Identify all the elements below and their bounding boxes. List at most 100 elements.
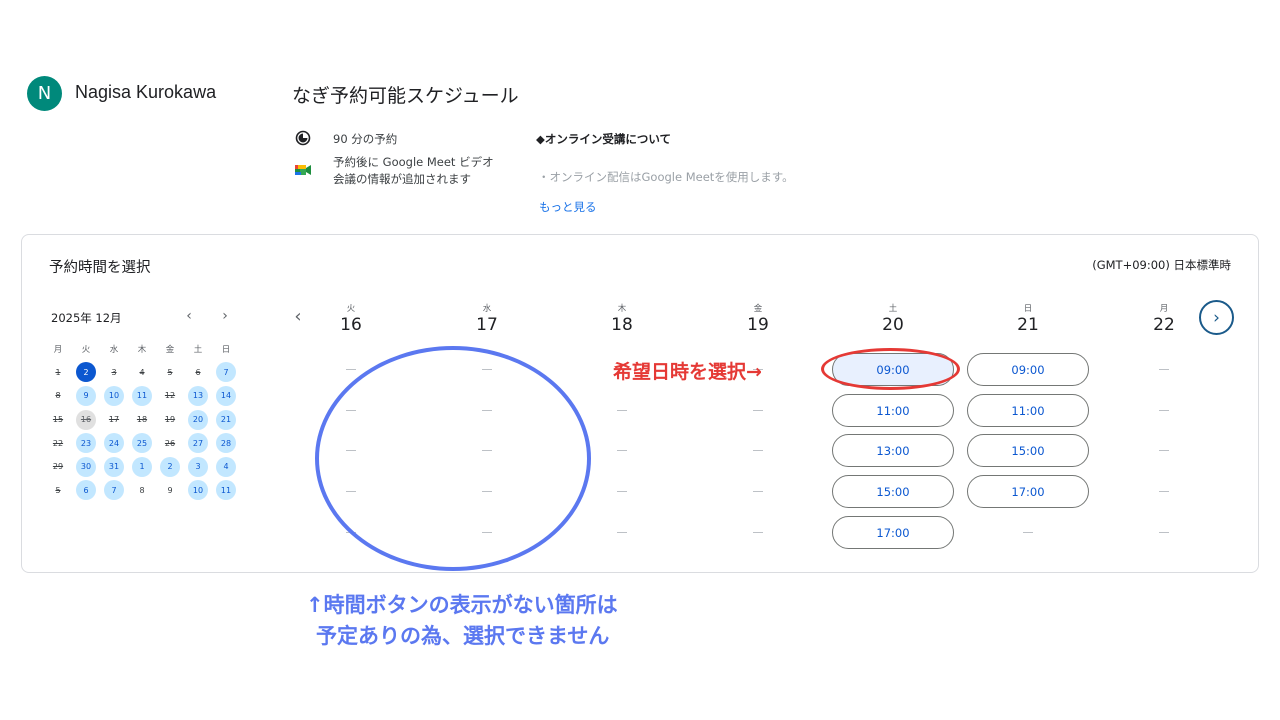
time-slot-button[interactable]: 09:00 <box>967 353 1089 386</box>
day-number: 13 <box>188 385 208 406</box>
day-number: 22 <box>1153 315 1175 335</box>
duration-text: 90 分の予約 <box>333 132 398 146</box>
chevron-left-icon[interactable]: ‹ <box>181 308 197 324</box>
day-header: 水 17 <box>426 302 548 335</box>
day-number: 3 <box>188 456 208 477</box>
day-number: 27 <box>188 433 208 454</box>
day-number: 9 <box>167 485 173 495</box>
mini-calendar-day[interactable]: 23 <box>72 431 100 455</box>
day-number: 6 <box>76 480 96 501</box>
mini-calendar-day[interactable]: 3 <box>184 455 212 479</box>
mini-calendar-day[interactable]: 13 <box>184 384 212 408</box>
more-link[interactable]: もっと見る <box>539 199 597 215</box>
mini-calendar-day[interactable]: 6 <box>72 479 100 503</box>
time-slot-button[interactable]: 17:00 <box>967 475 1089 508</box>
no-slot-dash <box>482 450 492 451</box>
day-of-week: 日 <box>1023 304 1033 314</box>
mini-calendar-day[interactable]: 21 <box>212 408 240 432</box>
mini-calendar-day[interactable]: 2 <box>156 455 184 479</box>
day-number: 4 <box>139 367 145 377</box>
mini-calendar-day[interactable]: 24 <box>100 431 128 455</box>
mini-calendar-day[interactable]: 25 <box>128 431 156 455</box>
mini-calendar-week: 8 9 10 11 12 13 14 <box>44 384 240 408</box>
mini-calendar-day: 4 <box>128 361 156 385</box>
mini-calendar-day[interactable]: 31 <box>100 455 128 479</box>
day-number: 8 <box>55 391 61 401</box>
mini-calendar-day[interactable]: 10 <box>100 384 128 408</box>
mini-calendar-day[interactable]: 2 <box>72 361 100 385</box>
timezone-label[interactable]: (GMT+09:00) 日本標準時 <box>1092 257 1231 273</box>
mini-calendar-week: 22 23 24 25 26 27 28 <box>44 431 240 455</box>
mini-calendar-day: 15 <box>44 408 72 432</box>
mini-calendar-day[interactable]: 11 <box>212 479 240 503</box>
day-number: 1 <box>55 367 61 377</box>
duration-icon <box>295 130 311 146</box>
day-number: 5 <box>55 485 61 495</box>
no-slot-dash <box>753 450 763 451</box>
day-header: 木 18 <box>561 302 683 335</box>
time-slot-button[interactable]: 17:00 <box>832 516 954 549</box>
day-header: 日 21 <box>967 302 1089 335</box>
time-slot-button[interactable]: 13:00 <box>832 434 954 467</box>
day-number: 4 <box>216 456 236 477</box>
chevron-right-icon[interactable]: › <box>217 308 233 324</box>
no-slot-dash <box>753 410 763 411</box>
no-slot-dash <box>617 450 627 451</box>
weekday-label: 土 <box>193 344 203 355</box>
mini-calendar-day[interactable]: 7 <box>100 479 128 503</box>
day-number: 1 <box>132 456 152 477</box>
time-slot-button[interactable]: 15:00 <box>967 434 1089 467</box>
no-slot-dash <box>617 491 627 492</box>
day-number: 7 <box>216 362 236 383</box>
no-slot-dash <box>1159 450 1169 451</box>
no-slot-dash <box>346 450 356 451</box>
mini-calendar-day[interactable]: 7 <box>212 361 240 385</box>
no-slot-dash <box>482 369 492 370</box>
blue-note-line2: 予定ありの為、選択できません <box>316 624 610 648</box>
mini-calendar-day[interactable]: 4 <box>212 455 240 479</box>
day-of-week: 金 <box>753 304 763 314</box>
mini-calendar-day: 22 <box>44 431 72 455</box>
mini-calendar-day: 12 <box>156 384 184 408</box>
weekday-label: 日 <box>221 344 231 355</box>
mini-calendar-week: 5 6 7 8 9 10 11 <box>44 479 240 503</box>
mini-calendar-day: 3 <box>100 361 128 385</box>
day-number: 2 <box>160 456 180 477</box>
day-number: 2 <box>76 362 96 383</box>
time-slot-button[interactable]: 15:00 <box>832 475 954 508</box>
mini-calendar-day[interactable]: 20 <box>184 408 212 432</box>
mini-calendar-day: 18 <box>128 408 156 432</box>
day-number: 11 <box>216 480 236 501</box>
mini-calendar-day[interactable]: 14 <box>212 384 240 408</box>
day-number: 23 <box>76 433 96 454</box>
day-of-week: 土 <box>888 304 898 314</box>
day-number: 26 <box>164 438 176 448</box>
day-of-week: 木 <box>617 304 627 314</box>
weekday-label: 水 <box>109 344 119 355</box>
mini-calendar-day[interactable]: 11 <box>128 384 156 408</box>
day-number: 14 <box>216 385 236 406</box>
mini-calendar-day: 16 <box>72 408 100 432</box>
mini-calendar-day[interactable]: 1 <box>128 455 156 479</box>
mini-calendar-day[interactable]: 10 <box>184 479 212 503</box>
mini-calendar-day[interactable]: 27 <box>184 431 212 455</box>
day-number: 19 <box>164 415 176 425</box>
mini-calendar-week: 29 30 31 1 2 3 4 <box>44 455 240 479</box>
time-slot-button[interactable]: 11:00 <box>832 394 954 427</box>
mini-calendar-day[interactable]: 28 <box>212 431 240 455</box>
no-slot-dash <box>1023 532 1033 533</box>
mini-calendar-day: 29 <box>44 455 72 479</box>
no-slot-dash <box>346 532 356 533</box>
time-slot-button[interactable]: 09:00 <box>832 353 954 386</box>
mini-calendar-day[interactable]: 30 <box>72 455 100 479</box>
day-number: 8 <box>139 485 145 495</box>
mini-calendar-week: 1 2 3 4 5 6 7 <box>44 361 240 385</box>
time-slot-button[interactable]: 11:00 <box>967 394 1089 427</box>
day-number: 15 <box>52 415 64 425</box>
no-slot-dash <box>1159 410 1169 411</box>
day-of-week: 水 <box>482 304 492 314</box>
owner-name: Nagisa Kurokawa <box>75 82 217 102</box>
no-slot-dash <box>1159 532 1169 533</box>
mini-calendar-day[interactable]: 9 <box>72 384 100 408</box>
day-number: 31 <box>104 456 124 477</box>
